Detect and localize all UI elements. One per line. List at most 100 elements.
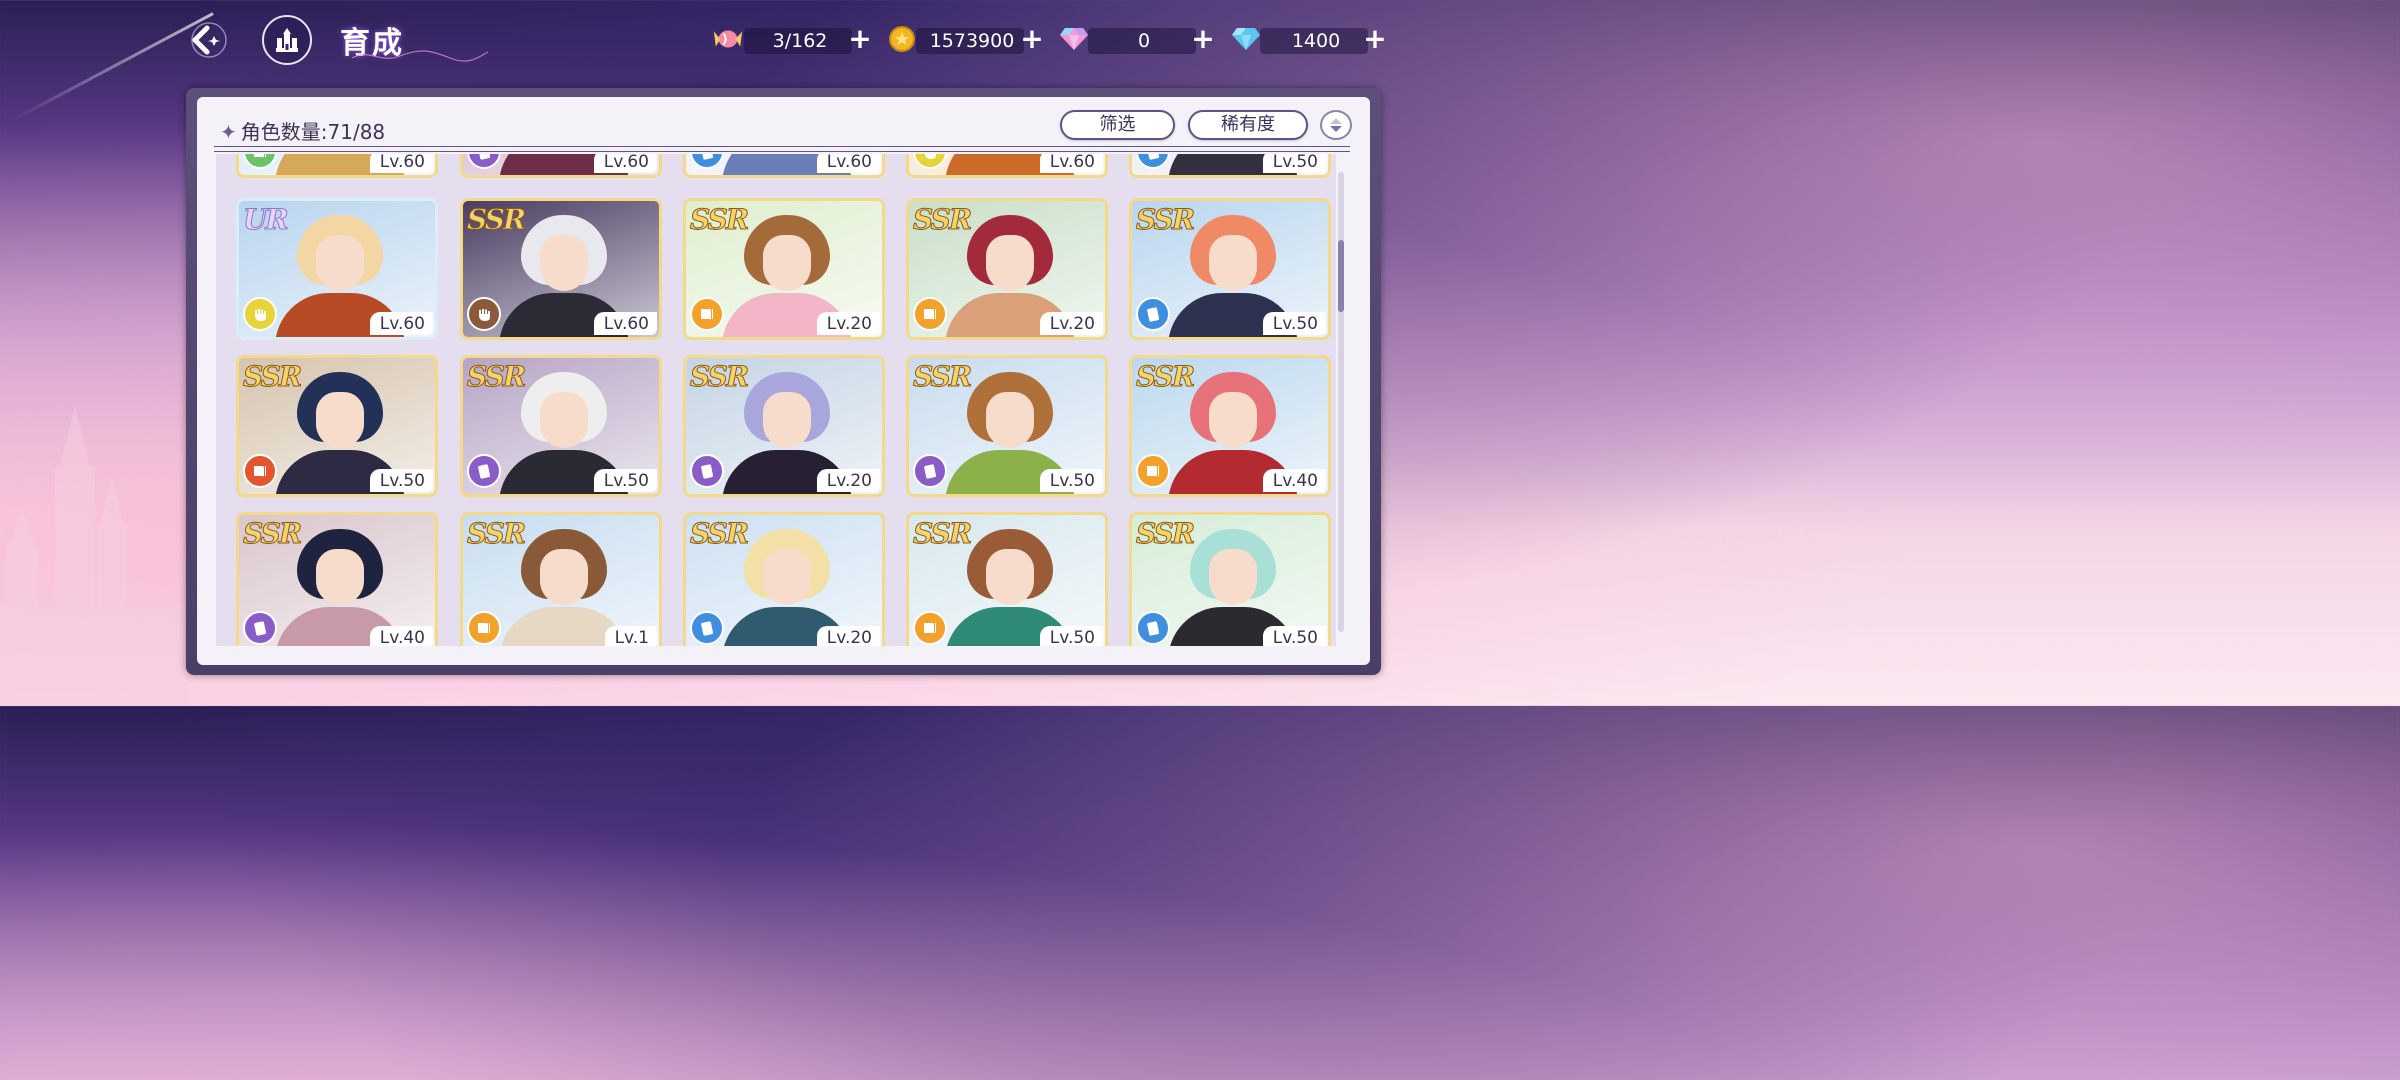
rarity-label: SSR — [912, 203, 972, 237]
level-label: Lv.60 — [1039, 154, 1103, 173]
filter-button[interactable]: 筛选 — [1060, 110, 1175, 140]
rarity-label: SSR — [689, 517, 749, 551]
character-card[interactable]: Lv.50 — [1129, 154, 1331, 178]
home-button[interactable] — [262, 15, 312, 65]
rarity-label: SSR — [466, 203, 526, 237]
level-label: Lv.60 — [816, 154, 880, 173]
level-label: Lv.20 — [1039, 312, 1103, 335]
blue-diamond-value: 1400 — [1291, 30, 1341, 52]
rarity-label: SSR — [1135, 517, 1195, 551]
attribute-brown-icon — [467, 297, 501, 331]
blue-diamond-add-button[interactable]: + — [1361, 24, 1389, 54]
rarity-label: SSR — [466, 517, 526, 551]
level-label: Lv.50 — [369, 469, 433, 492]
rarity-label: SSR — [242, 360, 302, 394]
level-label: Lv.50 — [1262, 312, 1326, 335]
character-portrait-face — [316, 235, 364, 291]
level-label: Lv.20 — [816, 626, 880, 646]
character-card[interactable]: SSR Lv.20 — [906, 198, 1108, 340]
attribute-blue-icon — [690, 611, 724, 645]
rarity-label: UR — [243, 203, 290, 237]
character-card[interactable]: SSR Lv.50 — [460, 355, 662, 497]
character-card[interactable]: Lv.60 — [683, 154, 885, 178]
character-card[interactable]: Lv.60 — [906, 154, 1108, 178]
attribute-orange-icon — [1136, 454, 1170, 488]
castle-silhouette — [0, 406, 190, 706]
candy-value: 3/162 — [772, 30, 828, 52]
character-card[interactable]: UR Lv.60 — [236, 198, 438, 340]
character-portrait-face — [316, 392, 364, 448]
rarity-label: SSR — [466, 360, 526, 394]
attribute-purple-icon — [913, 454, 947, 488]
castle-home-icon — [276, 28, 298, 52]
level-label: Lv.60 — [369, 312, 433, 335]
rainbow-gem-icon — [1058, 24, 1090, 54]
character-card[interactable]: SSR Lv.40 — [1129, 355, 1331, 497]
character-portrait-face — [316, 549, 364, 605]
character-card[interactable]: SSR Lv.50 — [906, 512, 1108, 646]
rainbow-gem-value: 0 — [1137, 30, 1151, 52]
rainbow-gem-add-button[interactable]: + — [1189, 24, 1217, 54]
rarity-label: SSR — [912, 360, 972, 394]
character-portrait-face — [1209, 549, 1257, 605]
attribute-yellow-icon — [243, 297, 277, 331]
attribute-purple-icon — [690, 454, 724, 488]
character-portrait-face — [1209, 392, 1257, 448]
candy-icon — [712, 24, 744, 54]
rarity-label: SSR — [689, 203, 749, 237]
character-card[interactable]: SSR Lv.50 — [1129, 198, 1331, 340]
attribute-orange-icon — [913, 611, 947, 645]
level-label: Lv.50 — [1262, 626, 1326, 646]
character-portrait-face — [763, 549, 811, 605]
character-portrait-face — [986, 235, 1034, 291]
rarity-label: SSR — [242, 517, 302, 551]
attribute-purple-icon — [243, 611, 277, 645]
sort-arrows-icon — [1330, 118, 1342, 132]
attribute-purple-icon — [467, 454, 501, 488]
level-label: Lv.50 — [1039, 626, 1103, 646]
character-card[interactable]: SSR Lv.20 — [683, 198, 885, 340]
back-button[interactable] — [178, 14, 236, 66]
candy-add-button[interactable]: + — [846, 24, 874, 54]
attribute-red-icon — [243, 454, 277, 488]
sort-order-toggle[interactable] — [1320, 110, 1352, 140]
rarity-label: SSR — [689, 360, 749, 394]
character-card[interactable]: SSR Lv.20 — [683, 512, 885, 646]
character-card[interactable]: SSR Lv.40 — [236, 512, 438, 646]
character-card[interactable]: SSR Lv.20 — [683, 355, 885, 497]
gold-add-button[interactable]: + — [1018, 24, 1046, 54]
character-card[interactable]: SSR Lv.50 — [906, 355, 1108, 497]
character-count: ✦ 角色数量:71/88 — [220, 116, 385, 145]
level-label: Lv.40 — [1262, 469, 1326, 492]
attribute-blue-icon — [1136, 297, 1170, 331]
gold-value: 1573900 — [929, 30, 1015, 52]
rarity-label: SSR — [1135, 203, 1195, 237]
level-label: Lv.50 — [593, 469, 657, 492]
character-portrait-face — [986, 392, 1034, 448]
character-count-text: 角色数量:71/88 — [240, 120, 386, 144]
rarity-label: SSR — [912, 517, 972, 551]
back-arrow-icon — [191, 22, 227, 58]
sparkle-icon: ✦ — [220, 120, 237, 144]
character-card[interactable]: SSR Lv.50 — [1129, 512, 1331, 646]
level-label: Lv.20 — [816, 312, 880, 335]
attribute-orange-icon — [913, 297, 947, 331]
level-label: Lv.1 — [604, 626, 657, 646]
title-decoration — [351, 50, 489, 62]
level-label: Lv.50 — [1262, 154, 1326, 173]
character-grid[interactable]: Lv.60 Lv.60 Lv.60 Lv.60 Lv.50 UR Lv.60 SSR Lv.60… — [216, 154, 1336, 646]
character-portrait-face — [763, 235, 811, 291]
character-card[interactable]: Lv.60 — [236, 154, 438, 178]
character-portrait-face — [540, 392, 588, 448]
character-card[interactable]: SSR Lv.1 — [460, 512, 662, 646]
sort-rarity-button[interactable]: 稀有度 — [1188, 110, 1308, 140]
attribute-orange-icon — [467, 611, 501, 645]
level-label: Lv.40 — [369, 626, 433, 646]
character-card[interactable]: Lv.60 — [460, 154, 662, 178]
level-label: Lv.20 — [816, 469, 880, 492]
character-card[interactable]: SSR Lv.50 — [236, 355, 438, 497]
scrollbar-thumb[interactable] — [1338, 240, 1344, 312]
character-portrait-face — [986, 549, 1034, 605]
character-card[interactable]: SSR Lv.60 — [460, 198, 662, 340]
gold-coin-icon — [886, 24, 918, 54]
